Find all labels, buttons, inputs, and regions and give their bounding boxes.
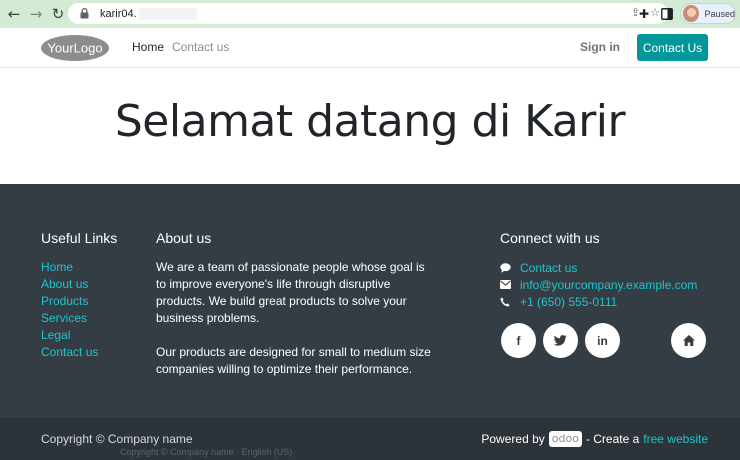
home-icon[interactable] xyxy=(671,323,706,358)
extensions-puzzle-icon[interactable]: ✚ xyxy=(636,6,652,22)
powered-by: Powered by odoo - Create a free website xyxy=(481,431,708,447)
profile-status: Paused xyxy=(704,8,735,19)
contact-us-link[interactable]: Contact us xyxy=(520,261,577,275)
email-link[interactable]: info@yourcompany.example.com xyxy=(520,278,697,292)
page-title: Selamat datang di Karir xyxy=(114,96,626,147)
ghost-overlay-text: Copyright © Company name · English (US) xyxy=(120,447,293,457)
footer-link-services[interactable]: Services xyxy=(41,310,98,327)
nav-home[interactable]: Home xyxy=(132,40,164,54)
side-panel-icon[interactable] xyxy=(659,6,675,22)
sign-in-link[interactable]: Sign in xyxy=(580,40,620,54)
contact-item-chat[interactable]: Contact us xyxy=(500,259,697,276)
reload-icon[interactable]: ↻ xyxy=(47,3,69,25)
nav-contact-us[interactable]: Contact us xyxy=(172,40,229,54)
contact-item-email[interactable]: info@yourcompany.example.com xyxy=(500,276,697,293)
footer-link-contact-us[interactable]: Contact us xyxy=(41,344,98,361)
about-us-heading: About us xyxy=(156,230,212,246)
powered-by-label: Powered by xyxy=(481,432,545,446)
connect-heading: Connect with us xyxy=(500,230,600,246)
contact-us-button[interactable]: Contact Us xyxy=(637,34,708,61)
facebook-icon[interactable]: f xyxy=(501,323,536,358)
footer: Useful Links Home About us Products Serv… xyxy=(0,184,740,418)
chat-bubble-icon xyxy=(500,262,514,273)
about-us-text: We are a team of passionate people whose… xyxy=(156,259,436,378)
url-redacted xyxy=(138,7,197,20)
footer-link-about-us[interactable]: About us xyxy=(41,276,98,293)
back-arrow-icon[interactable]: ← xyxy=(3,3,25,25)
logo-text: YourLogo xyxy=(47,41,102,56)
footer-link-home[interactable]: Home xyxy=(41,259,98,276)
copyright-bar: Copyright © Company name Powered by odoo… xyxy=(0,418,740,460)
about-paragraph-2: Our products are designed for small to m… xyxy=(156,345,431,376)
site-header: YourLogo Home Contact us Sign in Contact… xyxy=(0,28,740,68)
phone-icon xyxy=(500,297,514,307)
footer-link-legal[interactable]: Legal xyxy=(41,327,98,344)
copyright-text: Copyright © Company name xyxy=(41,432,193,446)
address-bar[interactable]: karir04. ⇪ ☆ xyxy=(68,3,668,24)
about-paragraph-1: We are a team of passionate people whose… xyxy=(156,260,425,325)
envelope-icon xyxy=(500,280,514,289)
linkedin-icon[interactable]: in xyxy=(585,323,620,358)
contact-item-phone[interactable]: +1 (650) 555-0111 xyxy=(500,293,697,310)
forward-arrow-icon[interactable]: → xyxy=(25,3,47,25)
phone-link[interactable]: +1 (650) 555-0111 xyxy=(520,295,617,309)
lock-icon xyxy=(78,7,90,21)
odoo-logo[interactable]: odoo xyxy=(548,431,582,447)
useful-links-list: Home About us Products Services Legal Co… xyxy=(41,259,98,361)
create-a-label: - Create a xyxy=(585,432,640,446)
profile-chip[interactable]: Paused xyxy=(680,3,736,24)
browser-toolbar: ← → ↻ karir04. ⇪ ☆ ✚ Paused xyxy=(0,0,740,28)
useful-links-heading: Useful Links xyxy=(41,230,118,246)
free-website-link[interactable]: free website xyxy=(643,432,708,446)
twitter-icon[interactable] xyxy=(543,323,578,358)
footer-link-products[interactable]: Products xyxy=(41,293,98,310)
contact-list: Contact us info@yourcompany.example.com … xyxy=(500,259,697,310)
url-text: karir04. xyxy=(100,7,137,20)
avatar xyxy=(683,5,700,22)
site-logo[interactable]: YourLogo xyxy=(40,34,110,62)
